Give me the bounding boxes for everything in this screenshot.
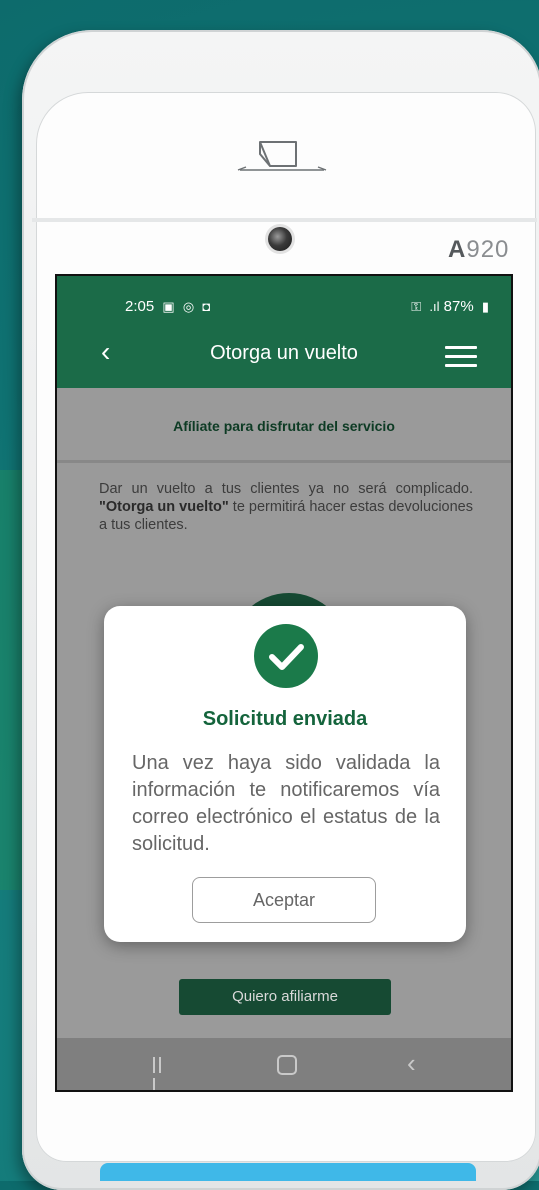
dialog-title: Solicitud enviada xyxy=(202,708,368,730)
affiliate-button[interactable]: Quiero afiliarme xyxy=(179,979,391,1015)
dialog-message: Una vez haya sido validada la informació… xyxy=(132,752,440,855)
model-label: A920 xyxy=(448,236,510,263)
success-dialog: Solicitud enviada Una vez haya sido vali… xyxy=(104,606,466,942)
terminal-ridge xyxy=(32,218,537,222)
status-left: 2:05 ▣ ◎ ◘ xyxy=(125,298,210,315)
affiliate-banner: Afíliate para disfrutar del servicio xyxy=(173,418,395,434)
hamburger-menu-icon[interactable] xyxy=(445,346,477,368)
status-right: ⚿ .ıl 87% ▮ xyxy=(407,298,489,315)
divider xyxy=(57,460,511,463)
notification-icon: ◘ xyxy=(202,299,211,314)
battery-level: 87% xyxy=(443,298,474,315)
description: Dar un vuelto a tus clientes ya no será … xyxy=(99,481,473,533)
accept-button[interactable]: Aceptar xyxy=(192,877,376,923)
key-icon: ⚿ xyxy=(411,299,422,314)
signal-icon: .ıl xyxy=(429,299,440,314)
status-bar: 2:05 ▣ ◎ ◘ ⚿ .ıl 87% ▮ xyxy=(57,276,511,320)
whatsapp-icon: ◎ xyxy=(182,299,195,314)
app-bar: ‹ Otorga un vuelto xyxy=(57,320,511,388)
app-title: Otorga un vuelto xyxy=(210,342,358,364)
battery-icon: ▮ xyxy=(481,299,489,314)
camera-icon xyxy=(268,227,292,251)
terminal-base-light xyxy=(100,1163,476,1181)
gallery-icon: ▣ xyxy=(162,299,175,314)
printer-slot-icon xyxy=(237,141,327,171)
home-nav-icon[interactable] xyxy=(277,1055,297,1075)
android-nav-bar: ‹ xyxy=(57,1038,511,1090)
recents-nav-icon[interactable] xyxy=(153,1057,169,1090)
check-circle-icon xyxy=(254,624,318,688)
back-nav-icon[interactable]: ‹ xyxy=(407,1048,416,1079)
status-time: 2:05 xyxy=(125,298,155,315)
